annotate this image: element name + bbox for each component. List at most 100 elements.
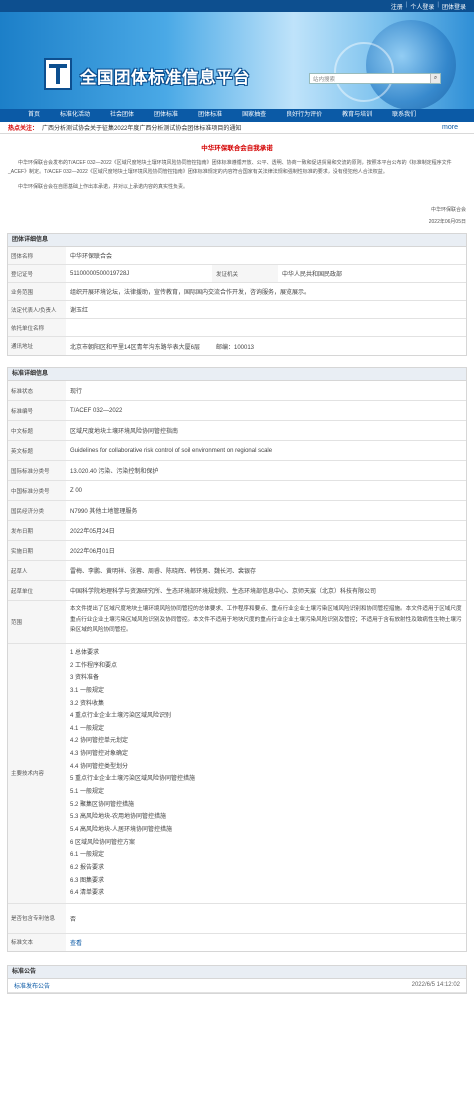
table-row: 国民经济分类 N7990 其他土地管理服务: [8, 501, 466, 521]
field-label: 起草单位: [8, 581, 66, 600]
list-item: 标准发布公告 2022/6/5 14:12:02: [8, 979, 466, 993]
nav-standardization[interactable]: 标准化活动: [50, 109, 100, 122]
nav-contact[interactable]: 联系我们: [382, 109, 426, 122]
group-info-section: 团体详细信息 团体名称 中华环保联合会 登记证号 511000005000197…: [7, 233, 467, 356]
toc-item: 4 重点行业企业土壤污染区域风险识别: [70, 713, 172, 720]
field-label: 通讯地址: [8, 337, 66, 355]
group-login-link[interactable]: 团体登录: [442, 2, 466, 11]
pledge-date: 2022年06月05日: [428, 219, 466, 225]
field-label: 英文标题: [8, 441, 66, 460]
field-label: 标准状态: [8, 381, 66, 400]
scope-value: 本文件提出了区域尺度地块土壤环境风险协同管控的总体要求、工作程序和要点、重点行业…: [70, 606, 462, 633]
top-bar: 注册 | 个人登录 | 团体登录: [0, 0, 474, 12]
register-link[interactable]: 注册: [391, 2, 403, 11]
field-label: 实施日期: [8, 541, 66, 560]
announcement-heading: 标准公告: [8, 965, 466, 979]
ring-graphic: [334, 42, 394, 102]
field-value: 2022年05月24日: [70, 529, 115, 535]
personal-login-link[interactable]: 个人登录: [410, 2, 434, 11]
pledge-org: 中华环保联合会: [430, 207, 466, 213]
site-banner: 全国团体标准信息平台 站内搜索 ⌕: [0, 12, 474, 109]
field-label: 是否包含专利信息: [8, 903, 66, 933]
field-label: 中国标准分类号: [8, 481, 66, 500]
nav-group-standards-2[interactable]: 团体标准: [188, 109, 232, 122]
site-logo-icon: [44, 58, 72, 90]
pledge-paragraph-1: 中华环保联合会发布的T/ACEF 032—2022《区域尺度地块土壤环境风险协同…: [8, 160, 452, 175]
field-label: 发布日期: [8, 521, 66, 540]
field-label: 依托单位名称: [8, 319, 66, 336]
table-row: 中国标准分类号 Z 00: [8, 481, 466, 501]
field-label: 登记证号: [8, 265, 66, 282]
table-row: 标准状态 现行: [8, 381, 466, 401]
standard-info-section: 标准详细信息 标准状态 现行 标准编号 T/ACEF 032—2022 中文标题 区域…: [7, 367, 467, 952]
hot-news-link[interactable]: 广西分析测试协会关于征集2022年度广西分析测试协会团体标准项目的通知: [42, 123, 241, 132]
field-label: 中文标题: [8, 421, 66, 440]
toc-item: 4.4 协同管控类型划分: [70, 763, 129, 770]
site-search[interactable]: 站内搜索 ⌕: [309, 73, 441, 84]
view-standard-link[interactable]: 查看: [70, 938, 82, 947]
pledge-title: 中华环保联合会自我承诺: [201, 145, 273, 152]
toc-item: 6.4 清单要求: [70, 890, 105, 897]
toc-item: 4.1 一般规定: [70, 725, 105, 732]
table-row: 标准文本 查看: [8, 933, 466, 951]
table-row: 法定代表人/负责人 谢玉红: [8, 301, 466, 319]
toc-item: 6.2 报告要求: [70, 864, 105, 871]
toc-item: 4.2 协同管控单元划定: [70, 738, 129, 745]
field-value: Guidelines for collaborative risk contro…: [70, 447, 273, 454]
toc-item: 1 总体要求: [70, 650, 100, 656]
search-icon[interactable]: ⌕: [430, 74, 440, 83]
field-label: 团体名称: [8, 247, 66, 264]
field-value: 区域尺度地块土壤环境风险协同管控指南: [70, 429, 179, 435]
field-label: 范围: [8, 601, 66, 643]
table-row: 通讯地址 北京市朝阳区和平里14区青年沟东路华表大厦6层 邮编：100013: [8, 337, 466, 355]
field-value: 13.020.40 污染、污染控制和保护: [70, 469, 159, 475]
toc-item: 3.2 资料收集: [70, 700, 105, 707]
field-value: 中华人民共和国民政部: [282, 272, 343, 278]
search-input[interactable]: 站内搜索: [310, 75, 430, 83]
field-label: 标准文本: [8, 933, 66, 951]
field-value: T/ACEF 032—2022: [70, 407, 123, 414]
nav-evaluation[interactable]: 良好行为评价: [276, 109, 332, 122]
table-row: 起草单位 中国科学院地理科学与资源研究所、生态环境部环境规划院、生态环境部信息中心…: [8, 581, 466, 601]
table-row: 主要技术内容 1 总体要求 2 工作程序和要点 3 资料准备 3.1 一般规定 …: [8, 644, 466, 904]
table-row: 起草人 雷梅、李鹏、黄明祥、张蓉、周睿、陈晓辉、韩铁男、魏长河、裴银存: [8, 561, 466, 581]
toc-item: 4.3 协同管控对象确定: [70, 751, 129, 758]
table-row: 登记证号 51100000500019728J 发证机关 中华人民共和国民政部: [8, 265, 466, 283]
hot-label: 热点关注：: [8, 126, 39, 132]
top-links: 注册 | 个人登录 | 团体登录: [390, 2, 466, 11]
main-nav: 首页 标准化活动 社会团体 团体标准 团体标准 国家抽查 良好行为评价 教育与培…: [0, 109, 474, 122]
nav-home[interactable]: 首页: [18, 109, 50, 122]
toc-item: 3.1 一般规定: [70, 687, 105, 694]
table-row: 团体名称 中华环保联合会: [8, 247, 466, 265]
field-value: 组织开展环境论坛，法律援助，宣传教育，国际国内交流合作开发，咨询服务，展览展示。: [70, 290, 311, 296]
table-row: 依托单位名称: [8, 319, 466, 337]
field-label: 发证机关: [212, 265, 278, 282]
site-title: 全国团体标准信息平台: [80, 69, 250, 87]
field-value: 现行: [70, 389, 83, 395]
postcode-value: 邮编：100013: [216, 344, 255, 351]
group-info-heading: 团体详细信息: [8, 234, 466, 247]
field-value: 雷梅、李鹏、黄明祥、张蓉、周睿、陈晓辉、韩铁男、魏长河、裴银存: [70, 569, 257, 575]
table-row: 标准编号 T/ACEF 032—2022: [8, 401, 466, 421]
field-value: 中国科学院地理科学与资源研究所、生态环境部环境规划院、生态环境部信息中心、京师天…: [70, 589, 377, 595]
table-row: 发布日期 2022年05月24日: [8, 521, 466, 541]
nav-group-standards[interactable]: 团体标准: [144, 109, 188, 122]
toc-item: 5.1 一般规定: [70, 789, 105, 796]
toc-item: 6 区域风险协同管控方案: [70, 839, 136, 846]
more-link[interactable]: more: [442, 124, 458, 131]
field-label: 标准编号: [8, 401, 66, 420]
pledge-paragraph-2: 中华环保联合会在自愿基础上作出本承诺，并对以上承诺内容的真实性负责。: [18, 184, 189, 190]
nav-training[interactable]: 教育与培训: [332, 109, 382, 122]
table-row: 是否包含专利信息否: [8, 903, 466, 934]
hot-news-bar: 热点关注： 广西分析测试协会关于征集2022年度广西分析测试协会团体标准项目的通…: [0, 122, 474, 134]
field-value: 谢玉红: [70, 308, 89, 314]
toc-item: 5.2 聚集区协同管控措施: [70, 801, 135, 808]
toc-item: 5.3 高风险地块-农用地协同管控措施: [70, 814, 167, 821]
nav-groups[interactable]: 社会团体: [100, 109, 144, 122]
announcement-link[interactable]: 标准发布公告: [14, 981, 412, 990]
field-label: 业务范围: [8, 283, 66, 300]
nav-spot-check[interactable]: 国家抽查: [232, 109, 276, 122]
field-label: 法定代表人/负责人: [8, 301, 66, 318]
toc-item: 6.3 图集要求: [70, 877, 105, 884]
table-row: 范围 本文件提出了区域尺度地块土壤环境风险协同管控的总体要求、工作程序和要点、重点…: [8, 601, 466, 644]
